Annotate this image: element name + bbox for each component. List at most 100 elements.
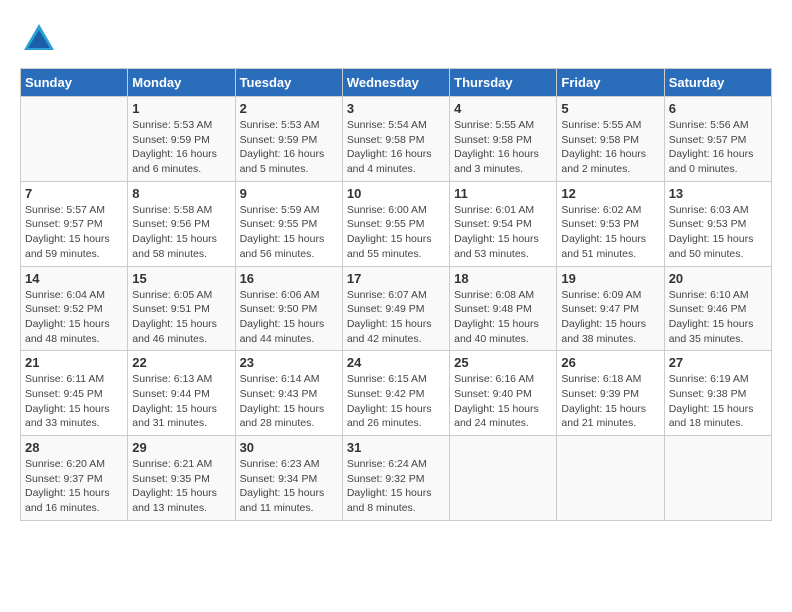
day-number: 15 — [132, 271, 230, 286]
calendar-cell: 23 Sunrise: 6:14 AM Sunset: 9:43 PM Dayli… — [235, 351, 342, 436]
calendar-cell: 11 Sunrise: 6:01 AM Sunset: 9:54 PM Dayli… — [450, 181, 557, 266]
calendar-cell: 18 Sunrise: 6:08 AM Sunset: 9:48 PM Dayli… — [450, 266, 557, 351]
cell-info: Sunrise: 6:05 AM Sunset: 9:51 PM Dayligh… — [132, 288, 230, 347]
cell-info: Sunrise: 6:23 AM Sunset: 9:34 PM Dayligh… — [240, 457, 338, 516]
day-number: 22 — [132, 355, 230, 370]
calendar-cell: 8 Sunrise: 5:58 AM Sunset: 9:56 PM Daylig… — [128, 181, 235, 266]
calendar-cell: 30Sunrise: 6:23 AM Sunset: 9:34 PM Dayli… — [235, 436, 342, 521]
calendar-cell: 6 Sunrise: 5:56 AM Sunset: 9:57 PM Daylig… — [664, 97, 771, 182]
cell-info: Sunrise: 6:01 AM Sunset: 9:54 PM Dayligh… — [454, 203, 552, 262]
cell-info: Sunrise: 6:00 AM Sunset: 9:55 PM Dayligh… — [347, 203, 445, 262]
day-number: 2 — [240, 101, 338, 116]
calendar-cell: 24Sunrise: 6:15 AM Sunset: 9:42 PM Dayli… — [342, 351, 449, 436]
cell-info: Sunrise: 6:03 AM Sunset: 9:53 PM Dayligh… — [669, 203, 767, 262]
day-number: 24 — [347, 355, 445, 370]
calendar-cell: 7 Sunrise: 5:57 AM Sunset: 9:57 PM Daylig… — [21, 181, 128, 266]
calendar-cell: 14Sunrise: 6:04 AM Sunset: 9:52 PM Dayli… — [21, 266, 128, 351]
calendar-week-row: 1 Sunrise: 5:53 AM Sunset: 9:59 PM Daylig… — [21, 97, 772, 182]
calendar-cell: 5 Sunrise: 5:55 AM Sunset: 9:58 PM Daylig… — [557, 97, 664, 182]
cell-info: Sunrise: 5:55 AM Sunset: 9:58 PM Dayligh… — [561, 118, 659, 177]
cell-info: Sunrise: 6:18 AM Sunset: 9:39 PM Dayligh… — [561, 372, 659, 431]
cell-info: Sunrise: 5:54 AM Sunset: 9:58 PM Dayligh… — [347, 118, 445, 177]
day-number: 11 — [454, 186, 552, 201]
day-number: 29 — [132, 440, 230, 455]
cell-info: Sunrise: 6:20 AM Sunset: 9:37 PM Dayligh… — [25, 457, 123, 516]
calendar-cell — [21, 97, 128, 182]
calendar-cell: 29 Sunrise: 6:21 AM Sunset: 9:35 PM Dayli… — [128, 436, 235, 521]
day-header-friday: Friday — [557, 69, 664, 97]
calendar-cell: 31Sunrise: 6:24 AM Sunset: 9:32 PM Dayli… — [342, 436, 449, 521]
calendar-header-row: SundayMondayTuesdayWednesdayThursdayFrid… — [21, 69, 772, 97]
calendar-cell: 19 Sunrise: 6:09 AM Sunset: 9:47 PM Dayli… — [557, 266, 664, 351]
calendar-cell: 10 Sunrise: 6:00 AM Sunset: 9:55 PM Dayli… — [342, 181, 449, 266]
cell-info: Sunrise: 6:24 AM Sunset: 9:32 PM Dayligh… — [347, 457, 445, 516]
cell-info: Sunrise: 6:16 AM Sunset: 9:40 PM Dayligh… — [454, 372, 552, 431]
cell-info: Sunrise: 6:02 AM Sunset: 9:53 PM Dayligh… — [561, 203, 659, 262]
calendar-cell: 25 Sunrise: 6:16 AM Sunset: 9:40 PM Dayli… — [450, 351, 557, 436]
day-header-saturday: Saturday — [664, 69, 771, 97]
calendar-week-row: 28 Sunrise: 6:20 AM Sunset: 9:37 PM Dayli… — [21, 436, 772, 521]
day-header-tuesday: Tuesday — [235, 69, 342, 97]
day-number: 12 — [561, 186, 659, 201]
day-header-thursday: Thursday — [450, 69, 557, 97]
calendar-cell: 22 Sunrise: 6:13 AM Sunset: 9:44 PM Dayli… — [128, 351, 235, 436]
cell-info: Sunrise: 6:14 AM Sunset: 9:43 PM Dayligh… — [240, 372, 338, 431]
day-number: 28 — [25, 440, 123, 455]
cell-info: Sunrise: 5:55 AM Sunset: 9:58 PM Dayligh… — [454, 118, 552, 177]
day-number: 7 — [25, 186, 123, 201]
calendar-cell: 16Sunrise: 6:06 AM Sunset: 9:50 PM Dayli… — [235, 266, 342, 351]
day-number: 21 — [25, 355, 123, 370]
calendar-cell: 3 Sunrise: 5:54 AM Sunset: 9:58 PM Daylig… — [342, 97, 449, 182]
cell-info: Sunrise: 6:09 AM Sunset: 9:47 PM Dayligh… — [561, 288, 659, 347]
calendar-cell: 12 Sunrise: 6:02 AM Sunset: 9:53 PM Dayli… — [557, 181, 664, 266]
calendar-cell: 28 Sunrise: 6:20 AM Sunset: 9:37 PM Dayli… — [21, 436, 128, 521]
day-number: 1 — [132, 101, 230, 116]
calendar-cell — [664, 436, 771, 521]
day-number: 10 — [347, 186, 445, 201]
day-number: 4 — [454, 101, 552, 116]
logo — [20, 20, 60, 58]
day-number: 17 — [347, 271, 445, 286]
day-number: 5 — [561, 101, 659, 116]
calendar-cell: 26 Sunrise: 6:18 AM Sunset: 9:39 PM Dayli… — [557, 351, 664, 436]
cell-info: Sunrise: 6:19 AM Sunset: 9:38 PM Dayligh… — [669, 372, 767, 431]
day-number: 25 — [454, 355, 552, 370]
day-number: 6 — [669, 101, 767, 116]
calendar-cell: 17Sunrise: 6:07 AM Sunset: 9:49 PM Dayli… — [342, 266, 449, 351]
cell-info: Sunrise: 6:06 AM Sunset: 9:50 PM Dayligh… — [240, 288, 338, 347]
cell-info: Sunrise: 5:57 AM Sunset: 9:57 PM Dayligh… — [25, 203, 123, 262]
cell-info: Sunrise: 5:58 AM Sunset: 9:56 PM Dayligh… — [132, 203, 230, 262]
cell-info: Sunrise: 6:11 AM Sunset: 9:45 PM Dayligh… — [25, 372, 123, 431]
day-number: 18 — [454, 271, 552, 286]
calendar-cell: 15 Sunrise: 6:05 AM Sunset: 9:51 PM Dayli… — [128, 266, 235, 351]
cell-info: Sunrise: 6:13 AM Sunset: 9:44 PM Dayligh… — [132, 372, 230, 431]
cell-info: Sunrise: 6:10 AM Sunset: 9:46 PM Dayligh… — [669, 288, 767, 347]
cell-info: Sunrise: 6:21 AM Sunset: 9:35 PM Dayligh… — [132, 457, 230, 516]
calendar-cell: 13Sunrise: 6:03 AM Sunset: 9:53 PM Dayli… — [664, 181, 771, 266]
day-number: 26 — [561, 355, 659, 370]
calendar-cell: 27Sunrise: 6:19 AM Sunset: 9:38 PM Dayli… — [664, 351, 771, 436]
day-number: 8 — [132, 186, 230, 201]
calendar-table: SundayMondayTuesdayWednesdayThursdayFrid… — [20, 68, 772, 521]
cell-info: Sunrise: 6:08 AM Sunset: 9:48 PM Dayligh… — [454, 288, 552, 347]
calendar-week-row: 21 Sunrise: 6:11 AM Sunset: 9:45 PM Dayli… — [21, 351, 772, 436]
day-number: 20 — [669, 271, 767, 286]
calendar-cell — [450, 436, 557, 521]
calendar-cell: 20 Sunrise: 6:10 AM Sunset: 9:46 PM Dayli… — [664, 266, 771, 351]
cell-info: Sunrise: 5:56 AM Sunset: 9:57 PM Dayligh… — [669, 118, 767, 177]
day-number: 23 — [240, 355, 338, 370]
cell-info: Sunrise: 5:59 AM Sunset: 9:55 PM Dayligh… — [240, 203, 338, 262]
cell-info: Sunrise: 5:53 AM Sunset: 9:59 PM Dayligh… — [240, 118, 338, 177]
calendar-cell: 21 Sunrise: 6:11 AM Sunset: 9:45 PM Dayli… — [21, 351, 128, 436]
day-number: 19 — [561, 271, 659, 286]
calendar-cell — [557, 436, 664, 521]
day-number: 9 — [240, 186, 338, 201]
day-header-sunday: Sunday — [21, 69, 128, 97]
cell-info: Sunrise: 5:53 AM Sunset: 9:59 PM Dayligh… — [132, 118, 230, 177]
calendar-week-row: 14Sunrise: 6:04 AM Sunset: 9:52 PM Dayli… — [21, 266, 772, 351]
logo-icon — [20, 20, 58, 58]
day-header-wednesday: Wednesday — [342, 69, 449, 97]
day-number: 3 — [347, 101, 445, 116]
day-number: 14 — [25, 271, 123, 286]
calendar-week-row: 7 Sunrise: 5:57 AM Sunset: 9:57 PM Daylig… — [21, 181, 772, 266]
